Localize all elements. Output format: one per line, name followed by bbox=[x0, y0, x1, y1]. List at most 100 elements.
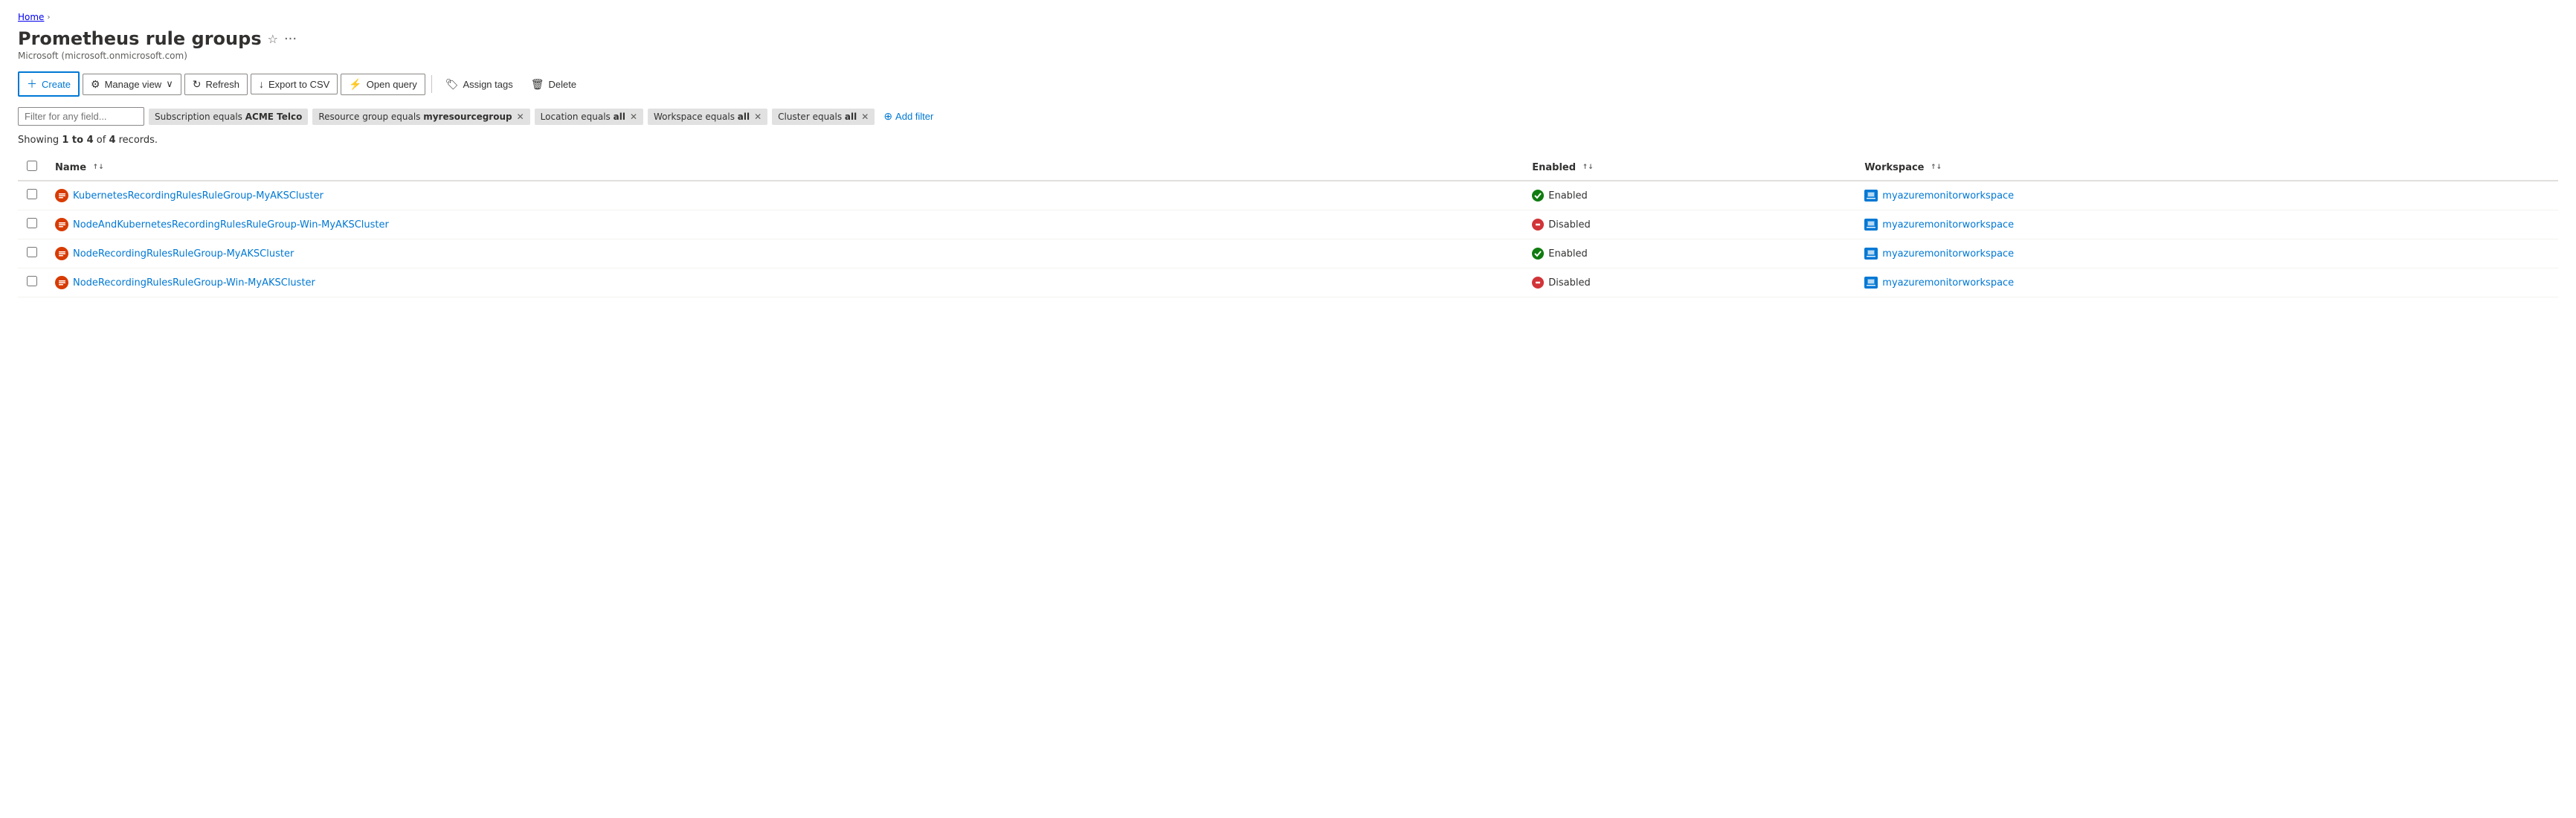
data-table: Name ↑↓ Enabled ↑↓ Workspace ↑↓ bbox=[18, 155, 2558, 297]
create-button-label: Create bbox=[42, 79, 71, 90]
filter-input[interactable] bbox=[18, 107, 144, 126]
row-enabled-text-3: Disabled bbox=[1548, 277, 1590, 289]
filter-resourcegroup-remove[interactable]: ✕ bbox=[517, 112, 524, 122]
filter-resourcegroup-label: Resource group equals myresourcegroup bbox=[318, 112, 512, 122]
sort-enabled-icon[interactable]: ↑↓ bbox=[1582, 164, 1594, 171]
page-header: Prometheus rule groups ☆ ··· bbox=[18, 28, 2558, 49]
row-checkbox-1[interactable] bbox=[27, 218, 37, 228]
row-enabled-cell: Disabled bbox=[1523, 210, 1855, 239]
add-filter-label: Add filter bbox=[895, 111, 933, 122]
assign-tags-button[interactable]: 🏷 Assign tags bbox=[438, 74, 521, 94]
filter-chip-workspace: Workspace equals all ✕ bbox=[648, 109, 767, 125]
plus-icon: ＋ bbox=[27, 77, 37, 91]
row-checkbox-cell bbox=[18, 210, 46, 239]
tag-icon: 🏷 bbox=[445, 78, 459, 91]
toolbar-divider bbox=[431, 75, 432, 93]
chevron-down-icon: ∨ bbox=[166, 78, 173, 90]
row-enabled-text-2: Enabled bbox=[1548, 248, 1588, 260]
export-button[interactable]: ↓ Export to CSV bbox=[251, 74, 338, 94]
row-workspace-cell: myazuremonitorworkspace bbox=[1855, 268, 2558, 297]
workspace-icon-0 bbox=[1864, 190, 1878, 202]
filter-workspace-label: Workspace equals all bbox=[654, 112, 750, 122]
filter-location-remove[interactable]: ✕ bbox=[630, 112, 637, 122]
filter-cluster-remove[interactable]: ✕ bbox=[861, 112, 869, 122]
refresh-label: Refresh bbox=[205, 79, 239, 90]
row-name-cell: KubernetesRecordingRulesRuleGroup-MyAKSC… bbox=[46, 181, 1523, 210]
record-count-suffix: records. bbox=[119, 135, 158, 146]
delete-button[interactable]: 🗑 Delete bbox=[524, 74, 584, 94]
open-query-button[interactable]: ⚡ Open query bbox=[341, 74, 425, 95]
add-filter-button[interactable]: ⊕ Add filter bbox=[879, 107, 938, 126]
row-name-cell: NodeRecordingRulesRuleGroup-Win-MyAKSClu… bbox=[46, 268, 1523, 297]
rule-link-0[interactable]: KubernetesRecordingRulesRuleGroup-MyAKSC… bbox=[55, 189, 1514, 202]
breadcrumb-home[interactable]: Home bbox=[18, 12, 44, 22]
row-name-cell: NodeAndKubernetesRecordingRulesRuleGroup… bbox=[46, 210, 1523, 239]
table-row: KubernetesRecordingRulesRuleGroup-MyAKSC… bbox=[18, 181, 2558, 210]
workspace-link-1[interactable]: myazuremonitorworkspace bbox=[1882, 219, 2014, 231]
rule-group-icon-2 bbox=[55, 247, 68, 260]
status-dot-0 bbox=[1532, 190, 1544, 202]
rule-group-icon-1 bbox=[55, 218, 68, 231]
row-enabled-cell: Disabled bbox=[1523, 268, 1855, 297]
export-label: Export to CSV bbox=[268, 79, 329, 90]
manage-view-label: Manage view bbox=[105, 79, 162, 90]
sort-name-icon[interactable]: ↑↓ bbox=[93, 164, 104, 171]
create-button[interactable]: ＋ Create bbox=[18, 71, 80, 97]
select-all-checkbox[interactable] bbox=[27, 161, 37, 171]
row-name-text-1: NodeAndKubernetesRecordingRulesRuleGroup… bbox=[73, 219, 389, 231]
workspace-link-3[interactable]: myazuremonitorworkspace bbox=[1882, 277, 2014, 289]
row-workspace-cell: myazuremonitorworkspace bbox=[1855, 210, 2558, 239]
row-enabled-cell: Enabled bbox=[1523, 181, 1855, 210]
row-checkbox-3[interactable] bbox=[27, 276, 37, 286]
page-title: Prometheus rule groups bbox=[18, 28, 262, 49]
record-count: Showing 1 to 4 of 4 records. bbox=[18, 135, 2558, 146]
workspace-link-2[interactable]: myazuremonitorworkspace bbox=[1882, 248, 2014, 260]
row-checkbox-2[interactable] bbox=[27, 247, 37, 257]
record-count-total: 4 bbox=[109, 135, 115, 146]
rule-link-3[interactable]: NodeRecordingRulesRuleGroup-Win-MyAKSClu… bbox=[55, 276, 1514, 289]
pin-icon[interactable]: ☆ bbox=[268, 32, 278, 46]
row-name-text-3: NodeRecordingRulesRuleGroup-Win-MyAKSClu… bbox=[73, 277, 315, 289]
filter-chip-subscription: Subscription equals ACME Telco bbox=[149, 109, 308, 125]
column-header-name: Name ↑↓ bbox=[46, 155, 1523, 181]
row-enabled-cell: Enabled bbox=[1523, 239, 1855, 268]
assign-tags-label: Assign tags bbox=[463, 79, 513, 90]
select-all-header bbox=[18, 155, 46, 181]
more-options-icon[interactable]: ··· bbox=[284, 31, 297, 47]
manage-view-button[interactable]: ⚙ Manage view ∨ bbox=[83, 74, 181, 95]
filter-chip-cluster: Cluster equals all ✕ bbox=[772, 109, 875, 125]
breadcrumb: Home › bbox=[18, 12, 2558, 22]
filter-workspace-remove[interactable]: ✕ bbox=[754, 112, 761, 122]
status-dot-2 bbox=[1532, 248, 1544, 260]
workspace-link-0[interactable]: myazuremonitorworkspace bbox=[1882, 190, 2014, 202]
sort-workspace-icon[interactable]: ↑↓ bbox=[1931, 164, 1942, 171]
page-subtitle: Microsoft (microsoft.onmicrosoft.com) bbox=[18, 51, 2558, 61]
refresh-button[interactable]: ↻ Refresh bbox=[184, 74, 248, 95]
record-count-range: 1 to 4 bbox=[62, 135, 93, 146]
row-checkbox-cell bbox=[18, 181, 46, 210]
filter-cluster-label: Cluster equals all bbox=[778, 112, 857, 122]
filter-chip-location: Location equals all ✕ bbox=[535, 109, 643, 125]
table-row: NodeAndKubernetesRecordingRulesRuleGroup… bbox=[18, 210, 2558, 239]
record-count-middle: of bbox=[97, 135, 106, 146]
row-name-text-0: KubernetesRecordingRulesRuleGroup-MyAKSC… bbox=[73, 190, 323, 202]
row-name-text-2: NodeRecordingRulesRuleGroup-MyAKSCluster bbox=[73, 248, 294, 260]
filter-location-label: Location equals all bbox=[541, 112, 625, 122]
table-row: NodeRecordingRulesRuleGroup-MyAKSCluster… bbox=[18, 239, 2558, 268]
rule-group-icon-0 bbox=[55, 189, 68, 202]
status-dot-3 bbox=[1532, 277, 1544, 289]
download-icon: ↓ bbox=[259, 78, 264, 90]
rule-link-2[interactable]: NodeRecordingRulesRuleGroup-MyAKSCluster bbox=[55, 247, 1514, 260]
row-checkbox-0[interactable] bbox=[27, 189, 37, 199]
row-workspace-cell: myazuremonitorworkspace bbox=[1855, 181, 2558, 210]
workspace-icon-3 bbox=[1864, 277, 1878, 289]
row-enabled-text-1: Disabled bbox=[1548, 219, 1590, 231]
breadcrumb-separator: › bbox=[47, 13, 50, 22]
table-row: NodeRecordingRulesRuleGroup-Win-MyAKSClu… bbox=[18, 268, 2558, 297]
gear-icon: ⚙ bbox=[91, 78, 100, 91]
row-enabled-text-0: Enabled bbox=[1548, 190, 1588, 202]
delete-label: Delete bbox=[549, 79, 577, 90]
row-checkbox-cell bbox=[18, 268, 46, 297]
row-workspace-cell: myazuremonitorworkspace bbox=[1855, 239, 2558, 268]
rule-link-1[interactable]: NodeAndKubernetesRecordingRulesRuleGroup… bbox=[55, 218, 1514, 231]
